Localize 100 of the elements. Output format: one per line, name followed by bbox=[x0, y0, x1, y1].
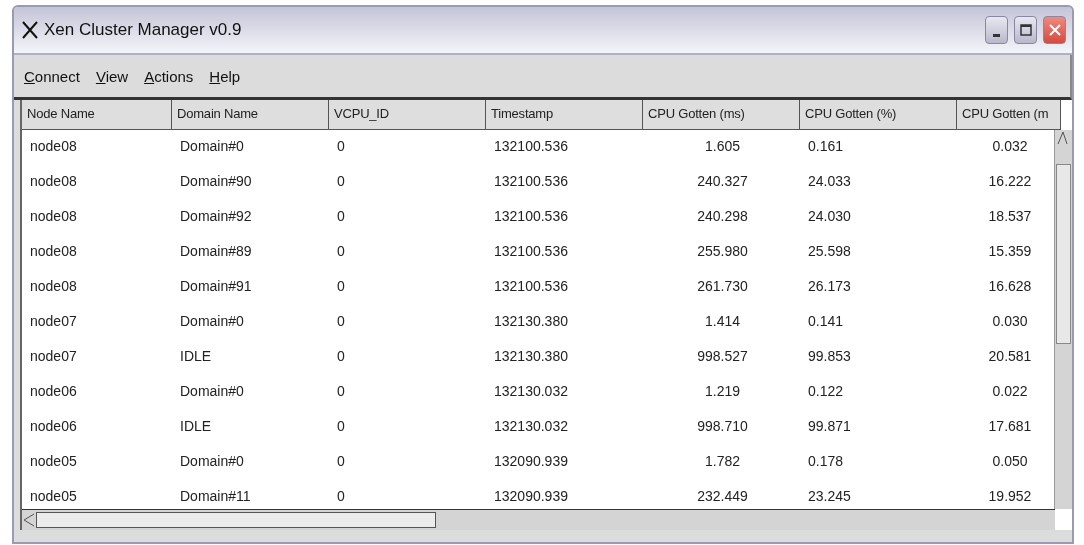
table-cell-text: 998.710 bbox=[696, 417, 749, 436]
table-cell-text: 17.681 bbox=[987, 417, 1033, 436]
maximize-button[interactable] bbox=[1014, 16, 1037, 44]
table-cell-text: node08 bbox=[29, 277, 78, 296]
table-cell-text: 132090.939 bbox=[493, 487, 569, 506]
table-cell-text: node08 bbox=[29, 242, 78, 261]
maximize-icon bbox=[1019, 24, 1032, 36]
table-cell-text: IDLE bbox=[179, 347, 213, 366]
table-cell-text: 998.527 bbox=[696, 347, 749, 366]
table-cell-text: Domain#92 bbox=[179, 207, 253, 226]
table-cell-text: Domain#90 bbox=[179, 172, 253, 191]
table-cell-text: 1.782 bbox=[703, 452, 741, 471]
table-cell-text: 132130.380 bbox=[493, 347, 569, 366]
table-cell-text: node06 bbox=[29, 417, 78, 436]
column-header[interactable]: Timestamp bbox=[486, 100, 643, 130]
table-cell-text: 0.161 bbox=[807, 137, 845, 156]
table-cell-text: node06 bbox=[29, 382, 78, 401]
table-cell-text: node07 bbox=[29, 347, 78, 366]
table-cell-text: 24.030 bbox=[807, 207, 852, 226]
table-cell-text: 261.730 bbox=[696, 277, 749, 296]
window-title: Xen Cluster Manager v0.9 bbox=[44, 20, 243, 40]
table-cell-text: Domain#11 bbox=[179, 487, 252, 506]
table-cell-text: node08 bbox=[29, 137, 78, 156]
table-cell-text: 1.219 bbox=[703, 382, 741, 401]
table-cell-text: 0.178 bbox=[807, 452, 845, 471]
table-cell-text: IDLE bbox=[179, 417, 213, 436]
table-cell-text: 0 bbox=[336, 172, 346, 191]
minimize-button[interactable] bbox=[985, 16, 1008, 44]
table-cell-text: 0 bbox=[336, 347, 346, 366]
table-cell-text: 0 bbox=[336, 487, 346, 506]
table-cell-text: 255.980 bbox=[696, 242, 749, 261]
minimize-icon bbox=[993, 33, 1000, 37]
table-cell-text: 0 bbox=[336, 312, 346, 331]
table-cell-text: Domain#0 bbox=[179, 452, 245, 471]
table-cell-text: 25.598 bbox=[807, 242, 852, 261]
table-cell-text: 20.581 bbox=[987, 347, 1033, 366]
horizontal-scrollbar[interactable] bbox=[22, 509, 1055, 530]
table-cell-text: 132100.536 bbox=[493, 172, 569, 191]
column-header[interactable]: CPU Gotten (ms) bbox=[643, 100, 800, 130]
scroll-left-icon[interactable] bbox=[22, 512, 36, 528]
table-cell-text: 0 bbox=[336, 452, 346, 471]
menu-item[interactable]: Actions bbox=[144, 67, 194, 85]
table-cell-text: Domain#0 bbox=[179, 137, 245, 156]
table-cell-text: node07 bbox=[29, 312, 78, 331]
close-icon bbox=[1047, 23, 1062, 37]
table-cell-text: 0.122 bbox=[807, 382, 845, 401]
table-cell-text: node08 bbox=[29, 207, 78, 226]
scroll-up-icon[interactable] bbox=[1055, 130, 1071, 146]
column-header[interactable]: CPU Gotten (%) bbox=[800, 100, 957, 130]
table-cell-text: 0.030 bbox=[991, 312, 1029, 331]
column-header[interactable]: VCPU_ID bbox=[329, 100, 486, 130]
table-cell-text: Domain#91 bbox=[179, 277, 253, 296]
table-cell-text: 240.327 bbox=[696, 172, 749, 191]
table-cell-text: Domain#89 bbox=[179, 242, 253, 261]
table-cell-text: 0 bbox=[336, 417, 346, 436]
x-logo-icon bbox=[22, 21, 38, 39]
table-cell-text: 0.141 bbox=[807, 312, 845, 331]
table-cell-text: 0.050 bbox=[991, 452, 1029, 471]
table-cell-text: 99.871 bbox=[807, 417, 852, 436]
table-cell-text: 0 bbox=[336, 242, 346, 261]
table-cell-text: 19.952 bbox=[987, 487, 1033, 506]
vertical-scrollbar[interactable] bbox=[1054, 130, 1072, 509]
table-cell-text: 0 bbox=[336, 137, 346, 156]
table-cell-text: 24.033 bbox=[807, 172, 852, 191]
table-cell-text: 132100.536 bbox=[493, 242, 569, 261]
scroll-thumb[interactable] bbox=[36, 512, 436, 528]
menu-item[interactable]: View bbox=[95, 67, 129, 85]
table-cell-text: 132100.536 bbox=[493, 207, 569, 226]
table-cell-text: 0.022 bbox=[991, 382, 1029, 401]
table-cell-text: 132130.380 bbox=[493, 312, 569, 331]
table-cell-text: 132130.032 bbox=[493, 382, 569, 401]
menu-item[interactable]: Connect bbox=[24, 67, 80, 85]
table-cell-text: Domain#0 bbox=[179, 312, 245, 331]
table-cell-text: 0 bbox=[336, 277, 346, 296]
close-button[interactable] bbox=[1043, 16, 1066, 44]
column-header[interactable]: Node Name bbox=[22, 100, 172, 130]
table-cell-text: 232.449 bbox=[696, 487, 749, 506]
table-cell-text: 23.245 bbox=[807, 487, 852, 506]
scroll-thumb[interactable] bbox=[1056, 164, 1071, 344]
table-cell-text: node08 bbox=[29, 172, 78, 191]
table-cell-text: node05 bbox=[29, 487, 78, 506]
table-cell-text: Domain#0 bbox=[179, 382, 245, 401]
table-cell-text: 1.605 bbox=[703, 137, 741, 156]
table-cell-text: 15.359 bbox=[987, 242, 1033, 261]
table-cell-text: 240.298 bbox=[696, 207, 749, 226]
column-header[interactable]: CPU Gotten (m bbox=[957, 100, 1061, 130]
column-header[interactable]: Domain Name bbox=[172, 100, 329, 130]
table-cell-text: 0.032 bbox=[991, 137, 1029, 156]
table-cell-text: 1.414 bbox=[703, 312, 741, 331]
table-cell-text: 0 bbox=[336, 382, 346, 401]
table-cell-text: 26.173 bbox=[807, 277, 852, 296]
menu-item[interactable]: Help bbox=[209, 67, 241, 85]
table-cell-text: 132100.536 bbox=[493, 137, 569, 156]
table-cell-text: 132100.536 bbox=[493, 277, 569, 296]
table-cell-text: 99.853 bbox=[807, 347, 852, 366]
table-cell-text: 0 bbox=[336, 207, 346, 226]
table-cell-text: 132130.032 bbox=[493, 417, 569, 436]
table-cell-text: 16.222 bbox=[987, 172, 1033, 191]
table-cell-text: node05 bbox=[29, 452, 78, 471]
table-cell-text: 18.537 bbox=[987, 207, 1033, 226]
